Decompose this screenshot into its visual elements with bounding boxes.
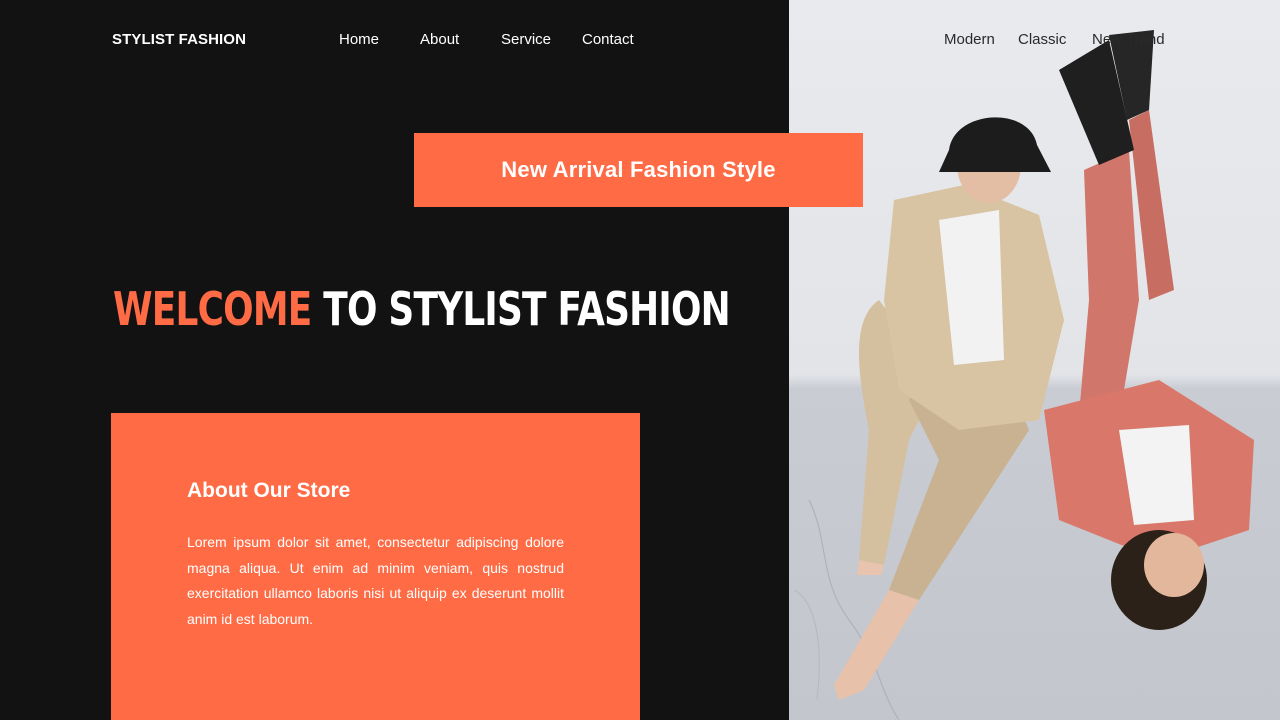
headline-accent: WELCOME	[113, 282, 312, 336]
category-modern[interactable]: Modern	[944, 31, 995, 48]
fashion-photo	[789, 0, 1280, 720]
category-classic[interactable]: Classic	[1018, 31, 1066, 48]
category-new-trend[interactable]: New Trend	[1092, 31, 1165, 48]
banner-text: New Arrival Fashion Style	[501, 157, 776, 182]
nav-contact[interactable]: Contact	[582, 31, 634, 48]
nav-service[interactable]: Service	[501, 31, 551, 48]
brand-logo[interactable]: STYLIST FASHION	[112, 31, 246, 48]
nav-about[interactable]: About	[420, 31, 459, 48]
about-body: Lorem ipsum dolor sit amet, consectetur …	[187, 534, 564, 627]
models-illustration	[793, 30, 1254, 720]
headline-rest: TO STYLIST FASHION	[311, 282, 730, 336]
hero-headline: WELCOME TO STYLIST FASHION	[113, 286, 731, 332]
nav-home[interactable]: Home	[339, 31, 379, 48]
new-arrival-banner[interactable]: New Arrival Fashion Style	[414, 133, 863, 207]
about-title: About Our Store	[187, 479, 351, 502]
about-store-card: About Our Store Lorem ipsum dolor sit am…	[111, 413, 640, 720]
